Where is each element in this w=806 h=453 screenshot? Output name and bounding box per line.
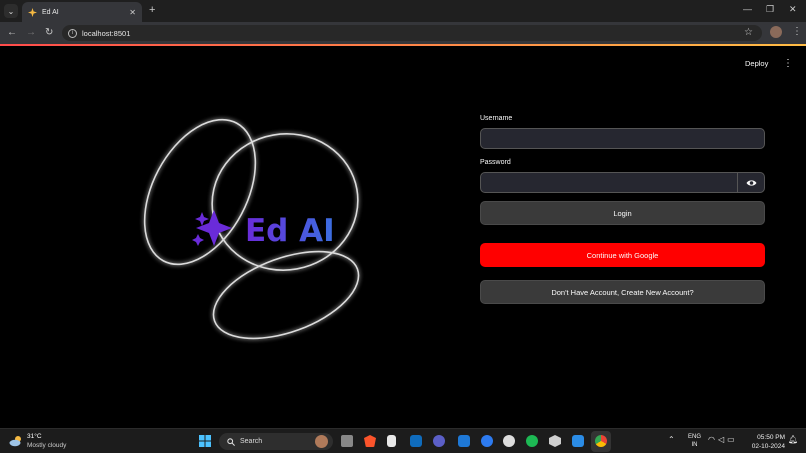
vscode-icon[interactable] xyxy=(572,435,584,447)
address-bar[interactable]: i localhost:8501 xyxy=(62,25,762,41)
task-view-icon[interactable] xyxy=(341,435,353,447)
taskbar-search[interactable]: Search xyxy=(219,433,333,450)
back-icon[interactable]: ← xyxy=(7,27,17,38)
password-input[interactable] xyxy=(480,172,738,193)
taskbar-clock[interactable]: 05:50 PM 02-10-2024 xyxy=(751,433,785,451)
teams-icon[interactable] xyxy=(433,435,445,447)
forward-icon[interactable]: → xyxy=(26,27,36,38)
tab-title: Ed AI xyxy=(42,8,59,16)
browser-toolbar: ← → ↻ i localhost:8501 ☆ xyxy=(0,22,806,44)
show-password-button[interactable] xyxy=(738,172,765,193)
username-label: Username xyxy=(480,115,513,122)
url-text: localhost:8501 xyxy=(82,28,131,38)
logo-ring-right xyxy=(211,133,359,271)
search-highlight-icon xyxy=(315,435,328,448)
weather-description: Mostly cloudy xyxy=(27,442,67,449)
browser-tab-bar: ⌄ Ed AI ✕ + — ❐ ✕ xyxy=(0,0,806,22)
clock-date: 02-10-2024 xyxy=(751,443,785,450)
tab-search-button[interactable]: ⌄ xyxy=(4,4,18,18)
logo-ring-bottom xyxy=(212,250,360,340)
google-signin-button[interactable]: Continue with Google xyxy=(480,243,765,267)
weather-temperature: 31°C xyxy=(27,433,42,440)
language-indicator[interactable]: ENG IN xyxy=(688,433,701,449)
files-icon[interactable] xyxy=(387,435,396,447)
windows-start-icon[interactable] xyxy=(199,435,211,447)
password-label: Password xyxy=(480,159,511,166)
app-menu-icon[interactable]: ⋮ xyxy=(783,58,793,69)
clock-time: 05:50 PM xyxy=(757,434,785,441)
messenger-icon[interactable] xyxy=(481,435,493,447)
site-info-icon[interactable]: i xyxy=(68,28,77,38)
tab-close-icon[interactable]: ✕ xyxy=(129,8,136,17)
streamlit-accent-bar xyxy=(0,44,806,46)
package-icon[interactable] xyxy=(549,435,561,447)
close-window-button[interactable]: ✕ xyxy=(789,4,797,15)
tray-status-icons[interactable]: ◠◁▭ xyxy=(708,435,738,444)
logo-ring-left xyxy=(143,118,257,266)
wifi-icon: ◠ xyxy=(708,435,718,444)
spotify-icon[interactable] xyxy=(526,435,538,447)
brave-icon[interactable] xyxy=(364,435,376,447)
profile-avatar[interactable] xyxy=(770,26,782,38)
notification-bell-icon[interactable]: 🔔︎ xyxy=(788,435,798,444)
create-account-button[interactable]: Don't Have Account, Create New Account? xyxy=(480,280,765,304)
logo-text: Ed AI xyxy=(245,213,335,249)
minimize-button[interactable]: — xyxy=(743,4,752,14)
lang-code: ENG xyxy=(688,434,702,440)
tray-overflow-icon[interactable]: ⌃ xyxy=(668,435,675,444)
search-icon xyxy=(227,437,235,446)
eye-icon xyxy=(746,179,756,186)
new-tab-button[interactable]: + xyxy=(149,4,155,16)
lang-region: IN xyxy=(691,442,698,448)
restore-button[interactable]: ❐ xyxy=(766,4,774,15)
reload-icon[interactable]: ↻ xyxy=(45,27,53,38)
bookmark-star-icon[interactable]: ☆ xyxy=(744,27,753,38)
mail-icon[interactable] xyxy=(458,435,470,447)
outlook-icon[interactable] xyxy=(410,435,422,447)
login-button[interactable]: Login xyxy=(480,201,765,225)
username-input[interactable] xyxy=(480,128,765,149)
search-label: Search xyxy=(240,438,263,445)
windows-taskbar: 31°C Mostly cloudy Search ⌃ ENG IN ◠◁▭ 0… xyxy=(0,428,806,453)
sparkle-icon xyxy=(192,210,232,246)
cloud-sun-icon[interactable] xyxy=(9,435,23,447)
battery-icon: ▭ xyxy=(727,435,738,444)
browser-menu-icon[interactable]: ⋮ xyxy=(792,26,802,37)
tab-ed-ai[interactable]: Ed AI ✕ xyxy=(22,2,142,22)
ed-ai-favicon-icon xyxy=(28,7,37,17)
app-icon[interactable] xyxy=(503,435,515,447)
chrome-icon[interactable] xyxy=(595,435,607,447)
deploy-button[interactable]: Deploy xyxy=(745,59,768,68)
ed-ai-logo: Ed AI xyxy=(143,118,360,340)
volume-icon: ◁ xyxy=(717,435,728,444)
